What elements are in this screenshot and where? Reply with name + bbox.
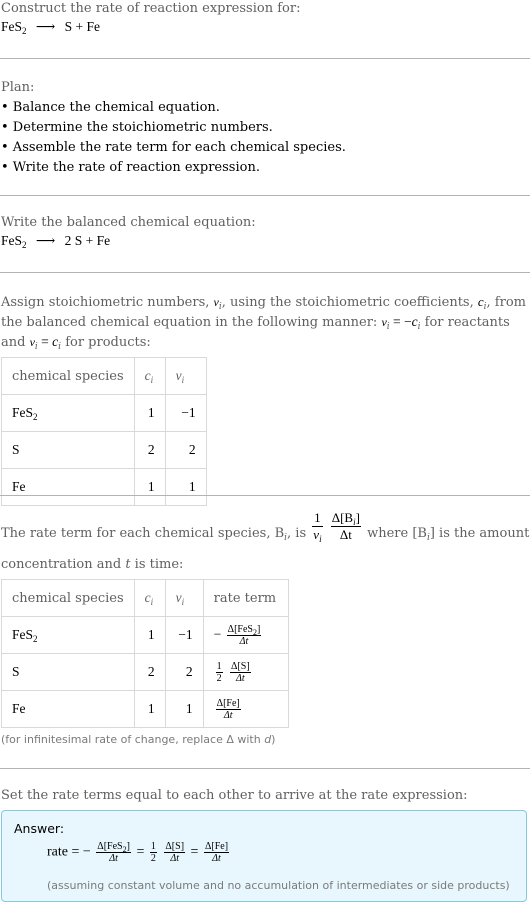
nu-cell: 2 bbox=[164, 653, 204, 691]
c-cell: 1 bbox=[133, 394, 166, 432]
stoich-table: chemical species ci νi FeS2 1 −1 S 2 2 F… bbox=[1, 357, 207, 506]
species-cell: S bbox=[1, 431, 135, 469]
nu-cell: 1 bbox=[164, 690, 204, 728]
c-cell: 1 bbox=[133, 468, 166, 506]
reaction-arrow: ⟶ bbox=[35, 233, 56, 248]
separator bbox=[0, 58, 530, 59]
species-cell: FeS2 bbox=[1, 394, 135, 432]
intro-heading: Construct the rate of reaction expressio… bbox=[1, 1, 301, 16]
plan-heading: Plan: bbox=[1, 80, 35, 95]
table-row: FeS2 1 −1 bbox=[1, 394, 207, 432]
rate-term-text-line2: concentration and t is time: bbox=[1, 557, 184, 572]
reaction-arrow: ⟶ bbox=[35, 19, 56, 34]
stoich-text-line1: Assign stoichiometric numbers, νi, using… bbox=[1, 294, 526, 312]
rate-term-cell: 12 Δ[S] Δt bbox=[202, 653, 289, 691]
plan-step: • Determine the stoichiometric numbers. bbox=[1, 120, 273, 135]
rate-term-text-line1: The rate term for each chemical species,… bbox=[1, 510, 530, 544]
table-row: S 2 2 12 Δ[S] Δt bbox=[1, 653, 289, 691]
c-cell: 1 bbox=[133, 616, 166, 654]
assumption-note: (assuming constant volume and no accumul… bbox=[47, 879, 510, 892]
rate-term-cell: − Δ[FeS2] Δt bbox=[202, 616, 289, 654]
rate-term-cell: Δ[Fe] Δt bbox=[202, 690, 289, 728]
species-cell: Fe bbox=[1, 468, 135, 506]
delta-fraction: Δ[Bi] Δt bbox=[330, 510, 361, 542]
table-row: Fe 1 1 Δ[Fe] Δt bbox=[1, 690, 289, 728]
stoich-text-line2: the balanced chemical equation in the fo… bbox=[1, 314, 510, 332]
separator bbox=[0, 495, 530, 496]
balanced-reaction: FeS2 ⟶ 2 S + Fe bbox=[1, 233, 111, 250]
c-cell: 2 bbox=[133, 653, 166, 691]
rate-expression: rate = − Δ[FeS2] Δt = 12 Δ[S] Δt = Δ[Fe] Δt bbox=[47, 841, 230, 864]
c-cell: 1 bbox=[133, 690, 166, 728]
infinitesimal-note: (for infinitesimal rate of change, repla… bbox=[1, 733, 276, 746]
nu-cell: −1 bbox=[164, 394, 207, 432]
table-row: Fe 1 1 bbox=[1, 468, 207, 506]
balanced-heading: Write the balanced chemical equation: bbox=[1, 215, 256, 230]
nu-cell: 2 bbox=[164, 431, 207, 469]
separator bbox=[0, 272, 530, 273]
table-header-row: chemical species ci νi rate term bbox=[1, 579, 289, 617]
answer-label: Answer: bbox=[14, 821, 65, 836]
separator bbox=[0, 195, 530, 196]
species-cell: S bbox=[1, 653, 135, 691]
species-cell: FeS2 bbox=[1, 616, 135, 654]
c-cell: 2 bbox=[133, 431, 166, 469]
plan-step: • Assemble the rate term for each chemic… bbox=[1, 140, 346, 155]
table-row: S 2 2 bbox=[1, 431, 207, 469]
header-rate-term: rate term bbox=[202, 579, 289, 617]
header-c: ci bbox=[133, 357, 166, 395]
table-row: FeS2 1 −1 − Δ[FeS2] Δt bbox=[1, 616, 289, 654]
header-species: chemical species bbox=[1, 579, 135, 617]
header-nu: νi bbox=[164, 357, 207, 395]
header-species: chemical species bbox=[1, 357, 135, 395]
separator bbox=[0, 768, 530, 769]
header-c: ci bbox=[133, 579, 166, 617]
rate-term-table: chemical species ci νi rate term FeS2 1 … bbox=[1, 579, 289, 728]
stoich-text-line3: and νi = ci for products: bbox=[1, 334, 151, 352]
plan-step: • Write the rate of reaction expression. bbox=[1, 160, 260, 175]
plan-step: • Balance the chemical equation. bbox=[1, 100, 220, 115]
unbalanced-reaction: FeS2 ⟶ S + Fe bbox=[1, 19, 100, 36]
table-header-row: chemical species ci νi bbox=[1, 357, 207, 395]
nu-cell: −1 bbox=[164, 616, 204, 654]
header-nu: νi bbox=[164, 579, 204, 617]
answer-box: Answer: rate = − Δ[FeS2] Δt = 12 Δ[S] Δt =… bbox=[1, 810, 527, 902]
final-heading: Set the rate terms equal to each other t… bbox=[1, 788, 468, 803]
species-cell: Fe bbox=[1, 690, 135, 728]
nu-cell: 1 bbox=[164, 468, 207, 506]
inverse-nu-fraction: 1 νi bbox=[312, 510, 323, 544]
